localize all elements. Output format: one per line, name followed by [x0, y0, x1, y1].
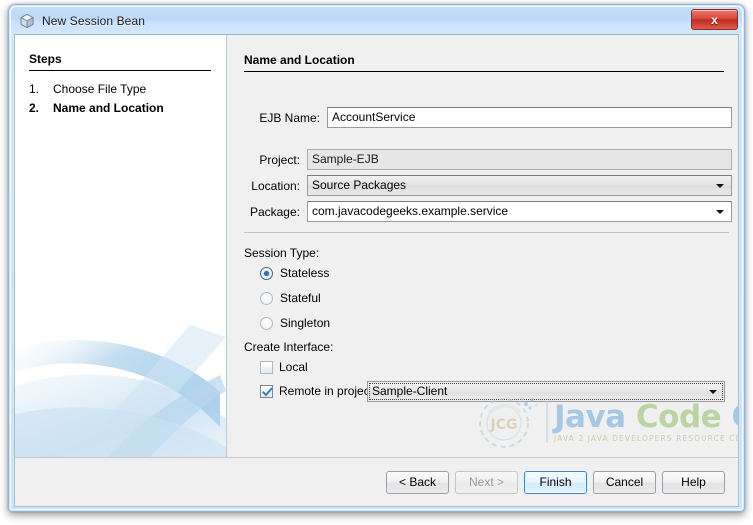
radio-label: Stateless — [280, 266, 330, 280]
checkbox-remote-in-project[interactable]: Remote in project: — [260, 384, 376, 398]
ejb-name-input[interactable]: AccountService — [327, 107, 732, 128]
steps-heading-rule — [29, 70, 211, 71]
watermark-text: Java Code Geeks JAVA 2 JAVA DEVELOPERS R… — [554, 401, 738, 443]
back-button[interactable]: < Back — [386, 470, 449, 494]
radio-indicator — [260, 266, 273, 280]
package-value: com.javacodegeeks.example.service — [312, 204, 509, 218]
decorative-swoosh-graphic — [15, 297, 226, 457]
step-item-1: 1. Choose File Type — [29, 80, 219, 99]
package-row: Package: com.javacodegeeks.example.servi… — [244, 201, 732, 222]
project-label: Project: — [259, 152, 300, 167]
package-combo[interactable]: com.javacodegeeks.example.service — [307, 201, 732, 222]
step-number: 2. — [29, 101, 40, 115]
finish-button[interactable]: Finish — [524, 470, 587, 494]
screenshot-root: New Session Bean x Steps 1. Choose File … — [0, 0, 753, 525]
close-button[interactable]: x — [691, 9, 738, 30]
chevron-down-icon — [716, 209, 724, 214]
cancel-button[interactable]: Cancel — [593, 470, 656, 494]
window-title: New Session Bean — [42, 13, 145, 28]
ejb-name-label: EJB Name: — [259, 110, 320, 125]
watermark-word-geeks: Geeks — [731, 399, 738, 435]
checkbox-indicator — [260, 384, 273, 398]
radio-singleton[interactable]: Singleton — [260, 316, 330, 330]
help-button[interactable]: Help — [662, 470, 725, 494]
steps-list: 1. Choose File Type 2. Name and Location — [29, 80, 219, 118]
session-type-label: Session Type: — [244, 246, 320, 260]
form-heading: Name and Location — [244, 53, 355, 67]
dialog-button-bar: < Back Next > Finish Cancel Help — [15, 457, 738, 506]
radio-label: Singleton — [280, 316, 331, 330]
form-section-separator — [244, 232, 729, 233]
step-item-2: 2. Name and Location — [29, 99, 219, 118]
steps-panel: Steps 1. Choose File Type 2. Name and Lo… — [15, 35, 227, 457]
svg-text:JCG: JCG — [490, 417, 518, 433]
chevron-down-icon — [709, 389, 717, 394]
chevron-down-icon — [716, 183, 724, 188]
form-panel: Name and Location EJB Name: AccountServi… — [227, 35, 738, 457]
steps-heading: Steps — [29, 52, 62, 66]
radio-stateful[interactable]: Stateful — [260, 291, 321, 305]
project-row: Project: Sample-EJB — [244, 149, 732, 170]
watermark-word-code: Code — [635, 399, 722, 435]
watermark-title: Java Code Geeks — [554, 399, 738, 435]
form-heading-rule — [244, 71, 724, 72]
location-dropdown[interactable]: Source Packages — [307, 175, 732, 196]
bean-cube-icon — [19, 13, 35, 29]
window-titlebar: New Session Bean x — [11, 7, 742, 34]
package-label: Package: — [249, 204, 300, 219]
project-input: Sample-EJB — [307, 149, 732, 170]
step-number: 1. — [29, 82, 40, 96]
radio-indicator — [260, 316, 273, 330]
location-row: Location: Source Packages — [244, 175, 732, 196]
step-label: Choose File Type — [53, 82, 147, 96]
radio-label: Stateful — [280, 291, 321, 305]
ejb-name-row: EJB Name: AccountService — [244, 107, 732, 128]
remote-project-dropdown[interactable]: Sample-Client — [367, 381, 725, 402]
step-label: Name and Location — [53, 101, 164, 115]
checkbox-label: Remote in project: — [279, 384, 377, 398]
watermark-tagline: JAVA 2 JAVA DEVELOPERS RESOURCE CENTER — [554, 434, 738, 443]
watermark-divider — [546, 401, 548, 443]
dialog-window: New Session Bean x Steps 1. Choose File … — [8, 4, 745, 512]
radio-indicator — [260, 291, 273, 305]
radio-stateless[interactable]: Stateless — [260, 266, 329, 280]
checkbox-local[interactable]: Local — [260, 360, 308, 374]
dialog-client-area: Steps 1. Choose File Type 2. Name and Lo… — [14, 34, 739, 507]
create-interface-label: Create Interface: — [244, 340, 334, 354]
dialog-body: Steps 1. Choose File Type 2. Name and Lo… — [15, 35, 738, 457]
next-button: Next > — [455, 470, 518, 494]
remote-project-value: Sample-Client — [372, 384, 448, 398]
checkbox-indicator — [260, 360, 273, 374]
location-value: Source Packages — [312, 178, 407, 192]
watermark-word-java: Java — [554, 399, 626, 435]
checkbox-label: Local — [279, 360, 308, 374]
location-label: Location: — [251, 178, 300, 193]
